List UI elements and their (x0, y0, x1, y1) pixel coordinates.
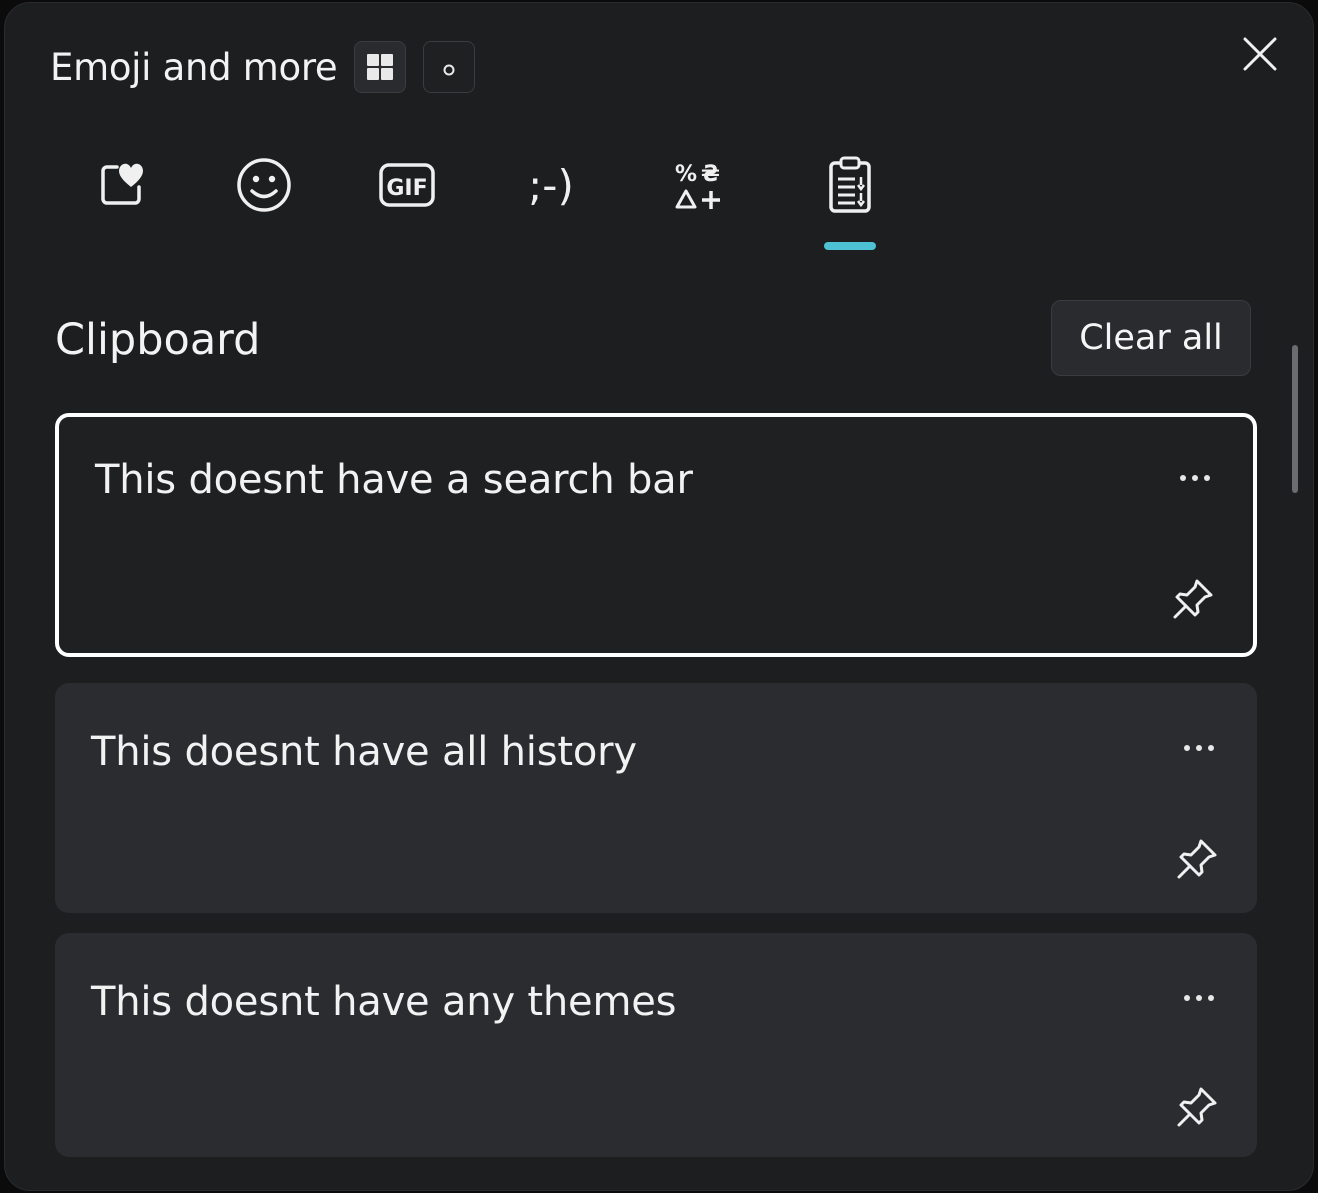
pin-button[interactable] (1173, 1083, 1221, 1131)
grid-view-button[interactable] (354, 41, 406, 93)
ellipsis-dot (1180, 475, 1186, 481)
pin-icon (1173, 579, 1213, 619)
svg-text:GIF: GIF (386, 176, 427, 201)
tab-gif[interactable]: GIF (375, 153, 439, 217)
tab-symbols[interactable]: % ₴ (667, 153, 731, 217)
ellipsis-dot (1196, 745, 1202, 751)
clipboard-item-text: This doesnt have a search bar (95, 457, 693, 503)
close-button[interactable] (1237, 31, 1283, 77)
tab-favorites[interactable] (91, 153, 155, 217)
ellipsis-dot (1192, 475, 1198, 481)
more-options-button[interactable] (1173, 463, 1217, 493)
ellipsis-dot (1196, 995, 1202, 1001)
ellipsis-dot (1208, 995, 1214, 1001)
symbols-icon: % ₴ (675, 162, 720, 209)
clear-all-button[interactable]: Clear all (1051, 300, 1251, 376)
svg-text:₴: ₴ (701, 162, 720, 187)
keyboard-mode-button[interactable] (423, 41, 475, 93)
tab-kaomoji[interactable]: ;-) (519, 153, 583, 217)
clipboard-item[interactable]: This doesnt have any themes (55, 933, 1257, 1157)
clipboard-item[interactable]: This doesnt have a search bar (55, 413, 1257, 657)
panel-title: Emoji and more (50, 46, 338, 89)
kaomoji-icon: ;-) (528, 160, 574, 210)
close-icon (1243, 37, 1277, 71)
scrollbar-thumb[interactable] (1292, 345, 1298, 493)
more-options-button[interactable] (1177, 983, 1221, 1013)
tab-clipboard[interactable] (818, 153, 882, 217)
clipboard-item[interactable]: This doesnt have all history (55, 683, 1257, 913)
keyboard-mode-icon (443, 64, 455, 76)
selected-tab-indicator (824, 242, 876, 250)
ellipsis-dot (1184, 995, 1190, 1001)
ellipsis-dot (1208, 745, 1214, 751)
gif-icon: GIF (379, 163, 435, 207)
pin-button[interactable] (1173, 835, 1221, 883)
emoji-panel-window: Emoji and more GIF ;-) % ₴ Clipboard Cle… (4, 2, 1314, 1191)
ellipsis-dot (1184, 745, 1190, 751)
emoji-smiley-icon (237, 158, 291, 212)
clipboard-icon (829, 156, 871, 213)
ellipsis-dot (1204, 475, 1210, 481)
pin-icon (1177, 839, 1217, 879)
favorites-heart-icon (101, 163, 143, 205)
more-options-button[interactable] (1177, 733, 1221, 763)
clipboard-item-text: This doesnt have all history (91, 729, 637, 775)
pin-button[interactable] (1169, 575, 1217, 623)
tab-emoji[interactable] (232, 153, 296, 217)
pin-icon (1177, 1087, 1217, 1127)
grid-view-icon (367, 54, 393, 80)
svg-text:%: % (675, 162, 697, 187)
clipboard-section-title: Clipboard (55, 315, 261, 365)
clipboard-item-text: This doesnt have any themes (91, 979, 677, 1025)
